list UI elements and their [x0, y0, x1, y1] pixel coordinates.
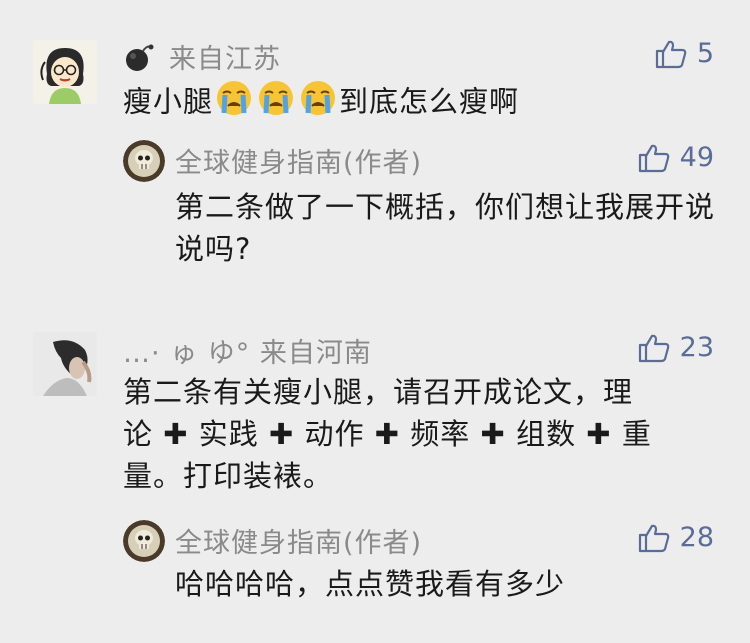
- reply-1-text: 第二条做了一下概括，你们想让我展开说说吗?: [175, 190, 716, 266]
- like-button[interactable]: 23: [638, 332, 714, 363]
- user-avatar-photo: [33, 332, 97, 396]
- text-part: 实践: [198, 417, 259, 451]
- comment-2-line-2: 论 ✚ 实践 ✚ 动作 ✚ 频率 ✚ 组数 ✚ 重: [123, 413, 723, 455]
- crying-face-emoji: [214, 79, 254, 128]
- comment-2-line-1: 第二条有关瘦小腿，请召开成论文，理: [123, 375, 634, 409]
- reply-2-author-name[interactable]: 全球健身指南(作者): [175, 521, 422, 560]
- text-part: 动作: [304, 417, 365, 451]
- avatar[interactable]: [33, 40, 97, 104]
- like-count: 49: [679, 142, 714, 173]
- text-part: 重: [621, 417, 652, 451]
- thumbs-up-icon: [638, 333, 670, 363]
- like-count: 23: [679, 332, 714, 363]
- crying-face-emoji: [298, 79, 338, 128]
- comment-1-location: 来自江苏: [169, 44, 281, 75]
- reply-1-author-name[interactable]: 全球健身指南(作者): [175, 141, 422, 180]
- plus-icon: ✚: [163, 417, 189, 451]
- plus-icon: ✚: [586, 417, 612, 451]
- skull-avatar: [123, 520, 165, 562]
- comment-text-before: 瘦小腿: [123, 84, 214, 119]
- comment-text-after: 到底怎么瘦啊: [339, 84, 520, 119]
- text-part: 论: [123, 417, 154, 451]
- like-button[interactable]: 49: [638, 142, 714, 173]
- comment-1-name[interactable]: 来自江苏: [123, 37, 281, 80]
- comment-2-text: 第二条有关瘦小腿，请召开成论文，理 论 ✚ 实践 ✚ 动作 ✚ 频率 ✚ 组数 …: [123, 371, 723, 497]
- comment-1-text: 瘦小腿 到底怎么瘦啊: [123, 79, 519, 128]
- text-part: 组数: [516, 417, 577, 451]
- crying-face-emoji: [256, 79, 296, 128]
- bomb-icon: [123, 41, 155, 80]
- like-button[interactable]: 28: [638, 522, 714, 553]
- user-avatar-illustration: [33, 40, 97, 104]
- author-avatar[interactable]: [123, 140, 165, 182]
- plus-icon: ✚: [374, 417, 401, 451]
- comment-2-line-3: 量。打印装裱。: [123, 459, 334, 493]
- plus-icon: ✚: [269, 417, 295, 451]
- thumbs-up-icon: [655, 39, 687, 69]
- plus-icon: ✚: [480, 417, 506, 451]
- reply-2-text: 哈哈哈哈，点点赞我看有多少: [175, 567, 566, 601]
- like-count: 28: [679, 522, 714, 553]
- like-count: 5: [696, 38, 714, 69]
- author-avatar[interactable]: [123, 520, 165, 562]
- avatar[interactable]: [33, 332, 97, 396]
- text-part: 频率: [410, 417, 471, 451]
- comment-2-name[interactable]: …· ゅ ゆ° 来自河南: [123, 331, 372, 370]
- like-button[interactable]: 5: [655, 38, 714, 69]
- thumbs-up-icon: [638, 143, 670, 173]
- thumbs-up-icon: [638, 523, 670, 553]
- skull-avatar: [123, 140, 165, 182]
